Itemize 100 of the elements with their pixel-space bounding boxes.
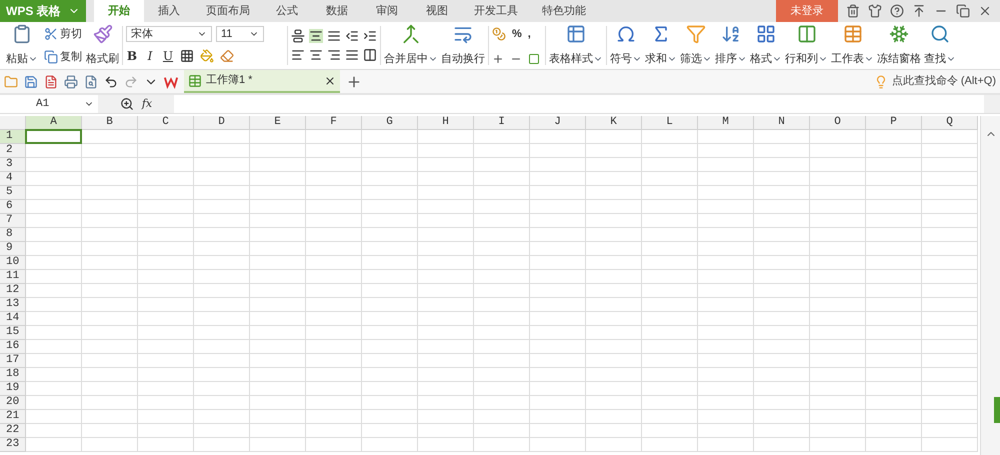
row-header[interactable]: 15: [0, 326, 26, 340]
format-painter-button[interactable]: 格式刷: [86, 22, 119, 69]
row-header[interactable]: 19: [0, 382, 26, 396]
command-search-field[interactable]: 点此查找命令 (Alt+Q): [892, 73, 996, 90]
column-header[interactable]: F: [306, 116, 362, 130]
font-style-button[interactable]: U: [162, 47, 174, 65]
align-center-icon[interactable]: [309, 48, 323, 62]
function-button[interactable]: fx: [142, 96, 152, 112]
align-bottom-icon[interactable]: [327, 28, 341, 43]
row-header[interactable]: 1: [0, 130, 26, 144]
new-tab-icon[interactable]: [346, 74, 362, 90]
row-header[interactable]: 17: [0, 354, 26, 368]
shirt-icon[interactable]: [868, 4, 882, 18]
column-header[interactable]: B: [82, 116, 138, 130]
wps-logo-icon[interactable]: [164, 74, 178, 88]
help-icon[interactable]: [890, 4, 904, 18]
row-header[interactable]: 18: [0, 368, 26, 382]
column-header[interactable]: D: [194, 116, 250, 130]
vertical-scrollbar[interactable]: [980, 116, 1000, 455]
ribbon-button[interactable]: 工作表: [831, 22, 874, 69]
merge-center-button[interactable]: 合并居中: [384, 22, 438, 69]
ribbon-tab[interactable]: 公式: [262, 0, 312, 22]
row-header[interactable]: 3: [0, 158, 26, 172]
row-header[interactable]: 6: [0, 200, 26, 214]
ribbon-tab[interactable]: 视图: [412, 0, 462, 22]
save-icon[interactable]: [24, 74, 38, 88]
font-style-button[interactable]: I: [144, 47, 156, 65]
row-header[interactable]: 22: [0, 424, 26, 438]
outdent-icon[interactable]: [345, 28, 359, 43]
column-header[interactable]: E: [250, 116, 306, 130]
restore-icon[interactable]: [956, 4, 970, 18]
font-name-field[interactable]: 宋体: [126, 26, 212, 42]
formula-input[interactable]: [174, 95, 984, 113]
row-header[interactable]: 21: [0, 410, 26, 424]
align-middle-icon[interactable]: [309, 28, 323, 43]
row-header[interactable]: 11: [0, 270, 26, 284]
column-header[interactable]: P: [866, 116, 922, 130]
font-size-field[interactable]: 11: [216, 26, 264, 42]
ribbon-button[interactable]: 排序: [715, 22, 747, 69]
app-menu-button[interactable]: WPS 表格: [0, 0, 86, 22]
close-icon[interactable]: [324, 74, 336, 86]
row-header[interactable]: 5: [0, 186, 26, 200]
print-preview-icon[interactable]: [84, 74, 98, 88]
column-header[interactable]: H: [418, 116, 474, 130]
column-header[interactable]: A: [26, 116, 82, 130]
undo-icon[interactable]: [104, 74, 118, 88]
fill-color-icon[interactable]: [200, 49, 214, 63]
ribbon-button[interactable]: 表格样式: [549, 22, 603, 69]
paste-button[interactable]: 粘贴: [4, 22, 40, 69]
align-left-icon[interactable]: [291, 48, 305, 62]
ribbon-button[interactable]: 格式: [750, 22, 782, 69]
number-format-button[interactable]: ,: [528, 26, 531, 42]
row-header[interactable]: 14: [0, 312, 26, 326]
column-header[interactable]: G: [362, 116, 418, 130]
row-header[interactable]: 4: [0, 172, 26, 186]
copy-button[interactable]: 复制: [44, 48, 82, 65]
ribbon-button[interactable]: 冻结窗格: [877, 22, 921, 69]
indent-icon[interactable]: [363, 28, 377, 43]
row-header[interactable]: 12: [0, 284, 26, 298]
document-tab[interactable]: 工作簿1 *: [184, 70, 340, 93]
ribbon-tab[interactable]: 插入: [144, 0, 194, 22]
column-header[interactable]: I: [474, 116, 530, 130]
pdf-icon[interactable]: [44, 74, 58, 88]
row-header[interactable]: 23: [0, 438, 26, 452]
cell-grid[interactable]: [26, 130, 978, 452]
ribbon-tab[interactable]: 页面布局: [194, 0, 262, 22]
wrap-text-button[interactable]: 自动换行: [441, 22, 485, 69]
font-style-button[interactable]: B: [126, 47, 138, 65]
ribbon-button[interactable]: 符号: [610, 22, 642, 69]
ribbon-tab[interactable]: 审阅: [362, 0, 412, 22]
ribbon-tab[interactable]: 开始: [94, 0, 144, 22]
ribbon-tab[interactable]: 开发工具: [462, 0, 530, 22]
row-header[interactable]: 10: [0, 256, 26, 270]
ribbon-tab[interactable]: 数据: [312, 0, 362, 22]
column-header[interactable]: J: [530, 116, 586, 130]
name-box[interactable]: A1: [0, 95, 98, 113]
corner-cell[interactable]: [0, 116, 26, 130]
eraser-icon[interactable]: [220, 49, 234, 63]
row-header[interactable]: 8: [0, 228, 26, 242]
collapse-ribbon-icon[interactable]: [912, 4, 926, 18]
zoom-icon[interactable]: [120, 97, 134, 111]
selected-cell[interactable]: [25, 129, 82, 144]
ribbon-tab[interactable]: 特色功能: [530, 0, 598, 22]
justify-icon[interactable]: [345, 48, 359, 62]
column-header[interactable]: C: [138, 116, 194, 130]
column-header[interactable]: O: [810, 116, 866, 130]
currency-icon[interactable]: [492, 27, 506, 42]
row-header[interactable]: 20: [0, 396, 26, 410]
number-format-button[interactable]: %: [512, 26, 522, 42]
cut-button[interactable]: 剪切: [44, 26, 82, 42]
row-header[interactable]: 7: [0, 214, 26, 228]
ribbon-button[interactable]: 查找: [924, 22, 956, 69]
row-header[interactable]: 13: [0, 298, 26, 312]
column-header[interactable]: N: [754, 116, 810, 130]
row-header[interactable]: 9: [0, 242, 26, 256]
column-header[interactable]: M: [698, 116, 754, 130]
ribbon-button[interactable]: 筛选: [680, 22, 712, 69]
row-header[interactable]: 16: [0, 340, 26, 354]
column-header[interactable]: Q: [922, 116, 978, 130]
increase-decimal-icon[interactable]: [492, 53, 504, 65]
